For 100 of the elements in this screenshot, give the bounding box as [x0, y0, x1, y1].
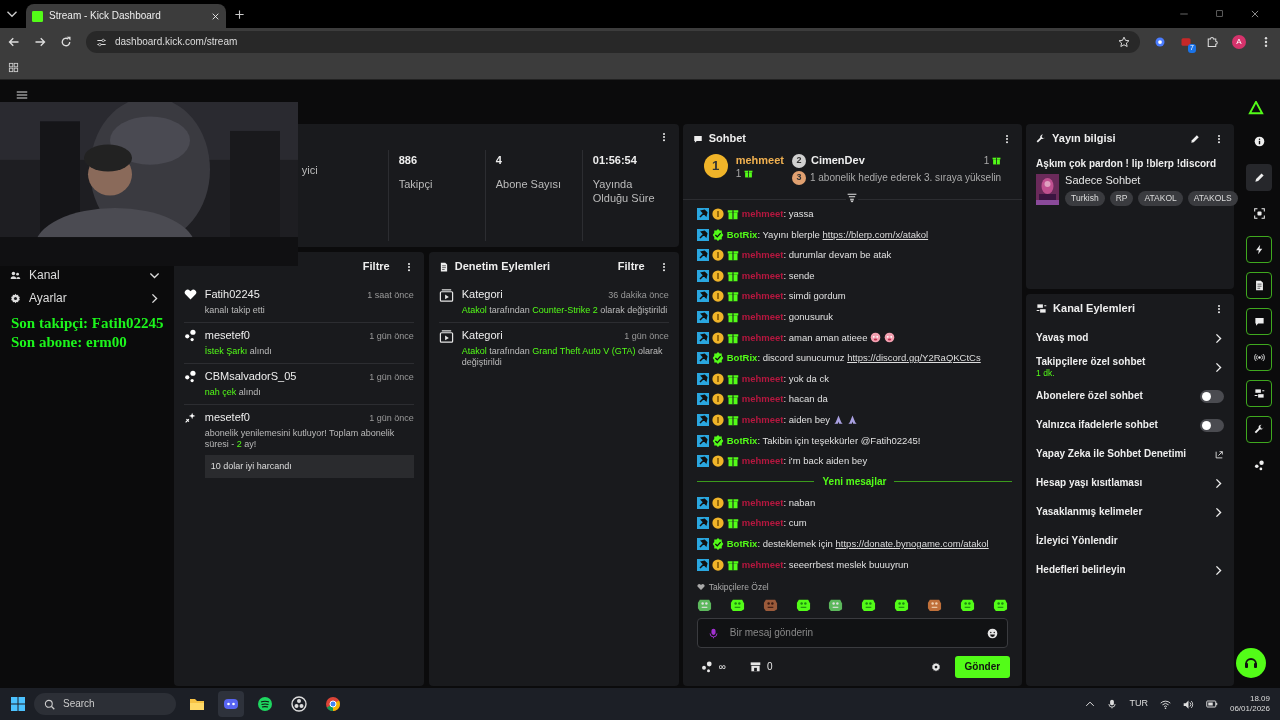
filter-link[interactable]: Filtre: [617, 260, 645, 274]
address-bar[interactable]: dashboard.kick.com/stream: [86, 31, 1140, 53]
forward-icon[interactable]: [34, 36, 46, 48]
event-time: 1 gün önce: [369, 330, 414, 342]
gift-badge-icon: [726, 372, 739, 385]
extension-icon[interactable]: [1154, 36, 1166, 48]
panel-title: Sohbet: [708, 132, 747, 146]
praying-hands-icon: [846, 414, 858, 426]
user-name[interactable]: mesetef0: [204, 410, 250, 425]
event-message: 10 dolar iyi harcandı: [204, 455, 414, 479]
close-icon[interactable]: [1250, 9, 1260, 19]
mod-badge-icon: [696, 352, 709, 365]
profile-avatar[interactable]: A: [1232, 35, 1246, 49]
edit-icon[interactable]: [1190, 133, 1201, 144]
volume-icon[interactable]: [1182, 698, 1194, 710]
tag[interactable]: Turkish: [1065, 191, 1105, 206]
rail-button[interactable]: [1246, 272, 1273, 299]
filter-link[interactable]: Filtre: [362, 260, 390, 274]
windows-icon[interactable]: [10, 696, 26, 712]
subscriber-badge-icon: [711, 208, 724, 221]
rail-button[interactable]: [1246, 236, 1273, 263]
chat-link[interactable]: https://discord.gg/Y2RaQKCtCs: [847, 352, 981, 364]
browser-tab[interactable]: Stream - Kick Dashboard: [26, 4, 226, 28]
user-name[interactable]: Fatih02245: [204, 287, 260, 302]
battery-icon[interactable]: [1205, 698, 1218, 710]
action-item[interactable]: İzleyici Yönlendir: [1026, 526, 1235, 556]
mod-badge-icon: [696, 496, 709, 509]
user-name[interactable]: mesetef0: [204, 328, 250, 343]
rail-button[interactable]: [1246, 344, 1273, 371]
action-item[interactable]: Yavaş mod: [1026, 323, 1235, 353]
chat-link[interactable]: https://blerp.com/x/atakol: [822, 228, 929, 240]
reload-icon[interactable]: [60, 36, 72, 48]
rail-button[interactable]: [1246, 308, 1273, 335]
site-info-icon[interactable]: [96, 36, 107, 48]
info-icon: [1253, 136, 1265, 147]
sidebar-item[interactable]: Ayarlar: [10, 291, 160, 306]
gift-badge-icon: [726, 414, 739, 426]
message-field[interactable]: Bir mesaj gönderin: [696, 617, 1009, 648]
rail-button[interactable]: [1246, 416, 1273, 443]
help-button[interactable]: [1236, 648, 1266, 678]
recorder-app-icon: [291, 696, 307, 712]
action-item[interactable]: Yalnızca ifadelerle sohbet: [1026, 410, 1235, 440]
gift-icon: [992, 156, 1002, 166]
toggle-switch[interactable]: [1200, 389, 1225, 403]
chat-message: mehmeet: naban: [741, 496, 816, 509]
category-name[interactable]: Sadece Sohbet: [1065, 174, 1238, 188]
mic-icon[interactable]: [1107, 698, 1118, 710]
wifi-icon[interactable]: [1159, 698, 1171, 710]
event-text: İstek Şarkı alındı: [204, 345, 273, 357]
event-text: Atakol tarafından Counter-Strike 2 olarak değiştirildi: [461, 304, 669, 316]
logo-icon[interactable]: [1248, 101, 1264, 115]
action-item[interactable]: Hedefleri belirleyin: [1026, 555, 1235, 585]
rail-button[interactable]: [1246, 380, 1273, 407]
tag[interactable]: ATAKOL: [1138, 191, 1183, 206]
chevron-icon[interactable]: [1085, 699, 1096, 709]
clock-time[interactable]: 18.09: [1249, 694, 1270, 704]
stream-title: Aşkım çok pardon ! lip !blerp !discord: [1035, 156, 1218, 171]
menu-icon[interactable]: [16, 89, 28, 101]
tag[interactable]: ATAKOLS: [1187, 191, 1238, 206]
chevron-icon: [1213, 332, 1225, 344]
event-text: abonelik yenilemesini kutluyor! Toplam abonelik süresi - 2 ay!: [204, 427, 396, 450]
toggle-switch[interactable]: [1200, 418, 1225, 432]
stat-value: 886: [398, 154, 419, 168]
extensions-icon[interactable]: [1206, 36, 1218, 48]
subscriber-badge-icon: [711, 372, 724, 385]
points-value: ∞: [718, 660, 726, 673]
taskbar-search[interactable]: Search: [34, 693, 176, 715]
maximize-icon[interactable]: [1215, 9, 1224, 18]
broadcast-icon: [1253, 352, 1265, 363]
leader-name[interactable]: mehmeet: [735, 153, 784, 168]
leader-name[interactable]: CimenDev: [810, 153, 865, 168]
bookmark-star-icon[interactable]: [1118, 36, 1130, 48]
language-indicator[interactable]: TUR: [1129, 698, 1148, 710]
settings-icon[interactable]: [930, 661, 941, 672]
actions-icon: [1253, 388, 1265, 399]
sidebar-item[interactable]: Kanal: [10, 268, 160, 283]
action-item[interactable]: Yasaklanmış kelimeler: [1026, 497, 1235, 527]
emoji-picker-icon[interactable]: [987, 627, 999, 639]
rail-button[interactable]: [1246, 164, 1273, 191]
points-icon[interactable]: [700, 660, 713, 673]
tag[interactable]: RP: [1109, 191, 1134, 206]
emoji-icon: [884, 332, 896, 344]
event-text: kanalı takip etti: [204, 304, 266, 316]
user-name[interactable]: CBMsalvadorS_05: [204, 369, 297, 384]
action-item[interactable]: Yapay Zeka ile Sohbet Denetimi: [1026, 439, 1235, 469]
action-row[interactable]: Takipçilere özel sohbet 1 dk.: [1026, 352, 1235, 382]
event-time: 1 gün önce: [369, 371, 414, 383]
back-icon[interactable]: [8, 36, 20, 48]
new-tab-icon[interactable]: [234, 8, 245, 20]
subscriber-badge-icon: [711, 331, 724, 344]
apps-icon[interactable]: [8, 62, 19, 73]
store-icon[interactable]: [749, 661, 761, 673]
action-item[interactable]: Hesap yaşı kısıtlaması: [1026, 468, 1235, 498]
action-item[interactable]: Abonelere özel sohbet: [1026, 381, 1235, 411]
chat-link[interactable]: https://donate.bynogame.com/atakol: [835, 538, 989, 549]
stat-label: Yayında Olduğu Süre: [592, 177, 656, 206]
send-button[interactable]: Gönder: [954, 655, 1011, 678]
clock-date[interactable]: 06/01/2026: [1229, 704, 1270, 714]
event-time: 1 gün önce: [369, 412, 414, 424]
gift-badge-icon: [726, 311, 739, 323]
